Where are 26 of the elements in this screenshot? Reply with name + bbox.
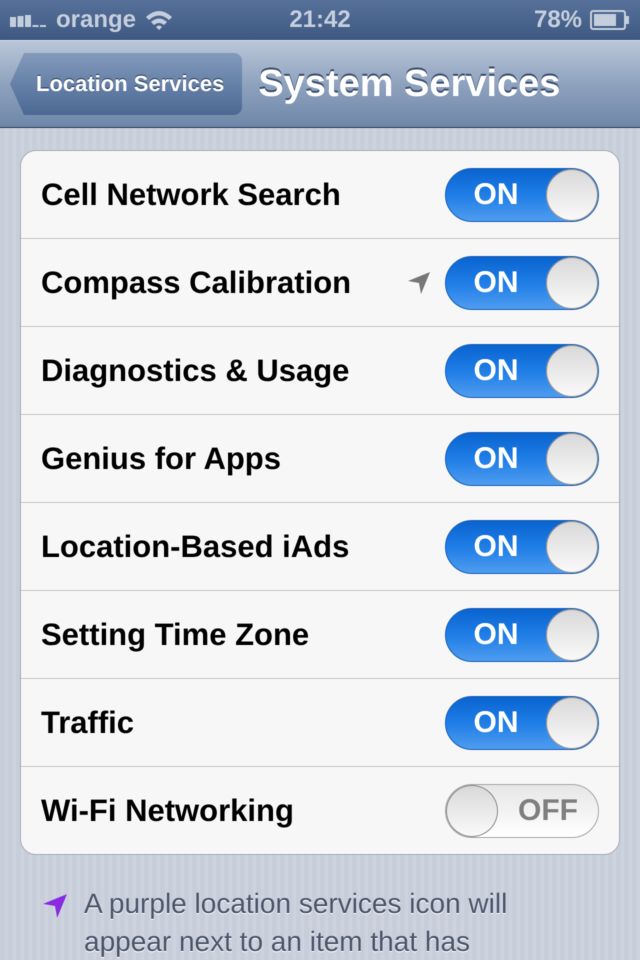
toggle-switch[interactable]: ON bbox=[445, 432, 599, 486]
toggle-switch[interactable]: ON bbox=[445, 608, 599, 662]
page-title: System Services bbox=[258, 62, 560, 106]
footer-note: A purple location services icon will appear next to an item that has bbox=[84, 887, 508, 959]
toggle-switch[interactable]: ON bbox=[445, 168, 599, 222]
setting-label: Setting Time Zone bbox=[41, 616, 310, 652]
setting-label: Genius for Apps bbox=[41, 440, 282, 476]
battery-percent: 78% bbox=[534, 6, 582, 34]
wifi-icon bbox=[144, 9, 174, 31]
setting-label: Location-Based iAds bbox=[41, 528, 350, 564]
setting-label: Wi-Fi Networking bbox=[41, 792, 295, 828]
signal-icon bbox=[10, 13, 48, 27]
toggle-switch[interactable]: ON bbox=[445, 520, 599, 574]
setting-label: Compass Calibration bbox=[41, 264, 352, 300]
carrier-name: orange bbox=[56, 6, 136, 34]
toggle-switch[interactable]: ON bbox=[445, 344, 599, 398]
battery-icon bbox=[590, 10, 630, 30]
setting-label: Diagnostics & Usage bbox=[41, 352, 350, 388]
setting-label: Traffic bbox=[41, 704, 136, 740]
toggle-switch[interactable]: ON bbox=[445, 696, 599, 750]
toggle-switch[interactable]: OFF bbox=[445, 784, 599, 838]
location-arrow-icon bbox=[42, 893, 68, 919]
back-button[interactable]: Location Services bbox=[10, 53, 242, 115]
clock-time: 21:42 bbox=[289, 6, 351, 34]
toggle-switch[interactable]: ON bbox=[445, 256, 599, 310]
setting-label: Cell Network Search bbox=[41, 176, 342, 212]
